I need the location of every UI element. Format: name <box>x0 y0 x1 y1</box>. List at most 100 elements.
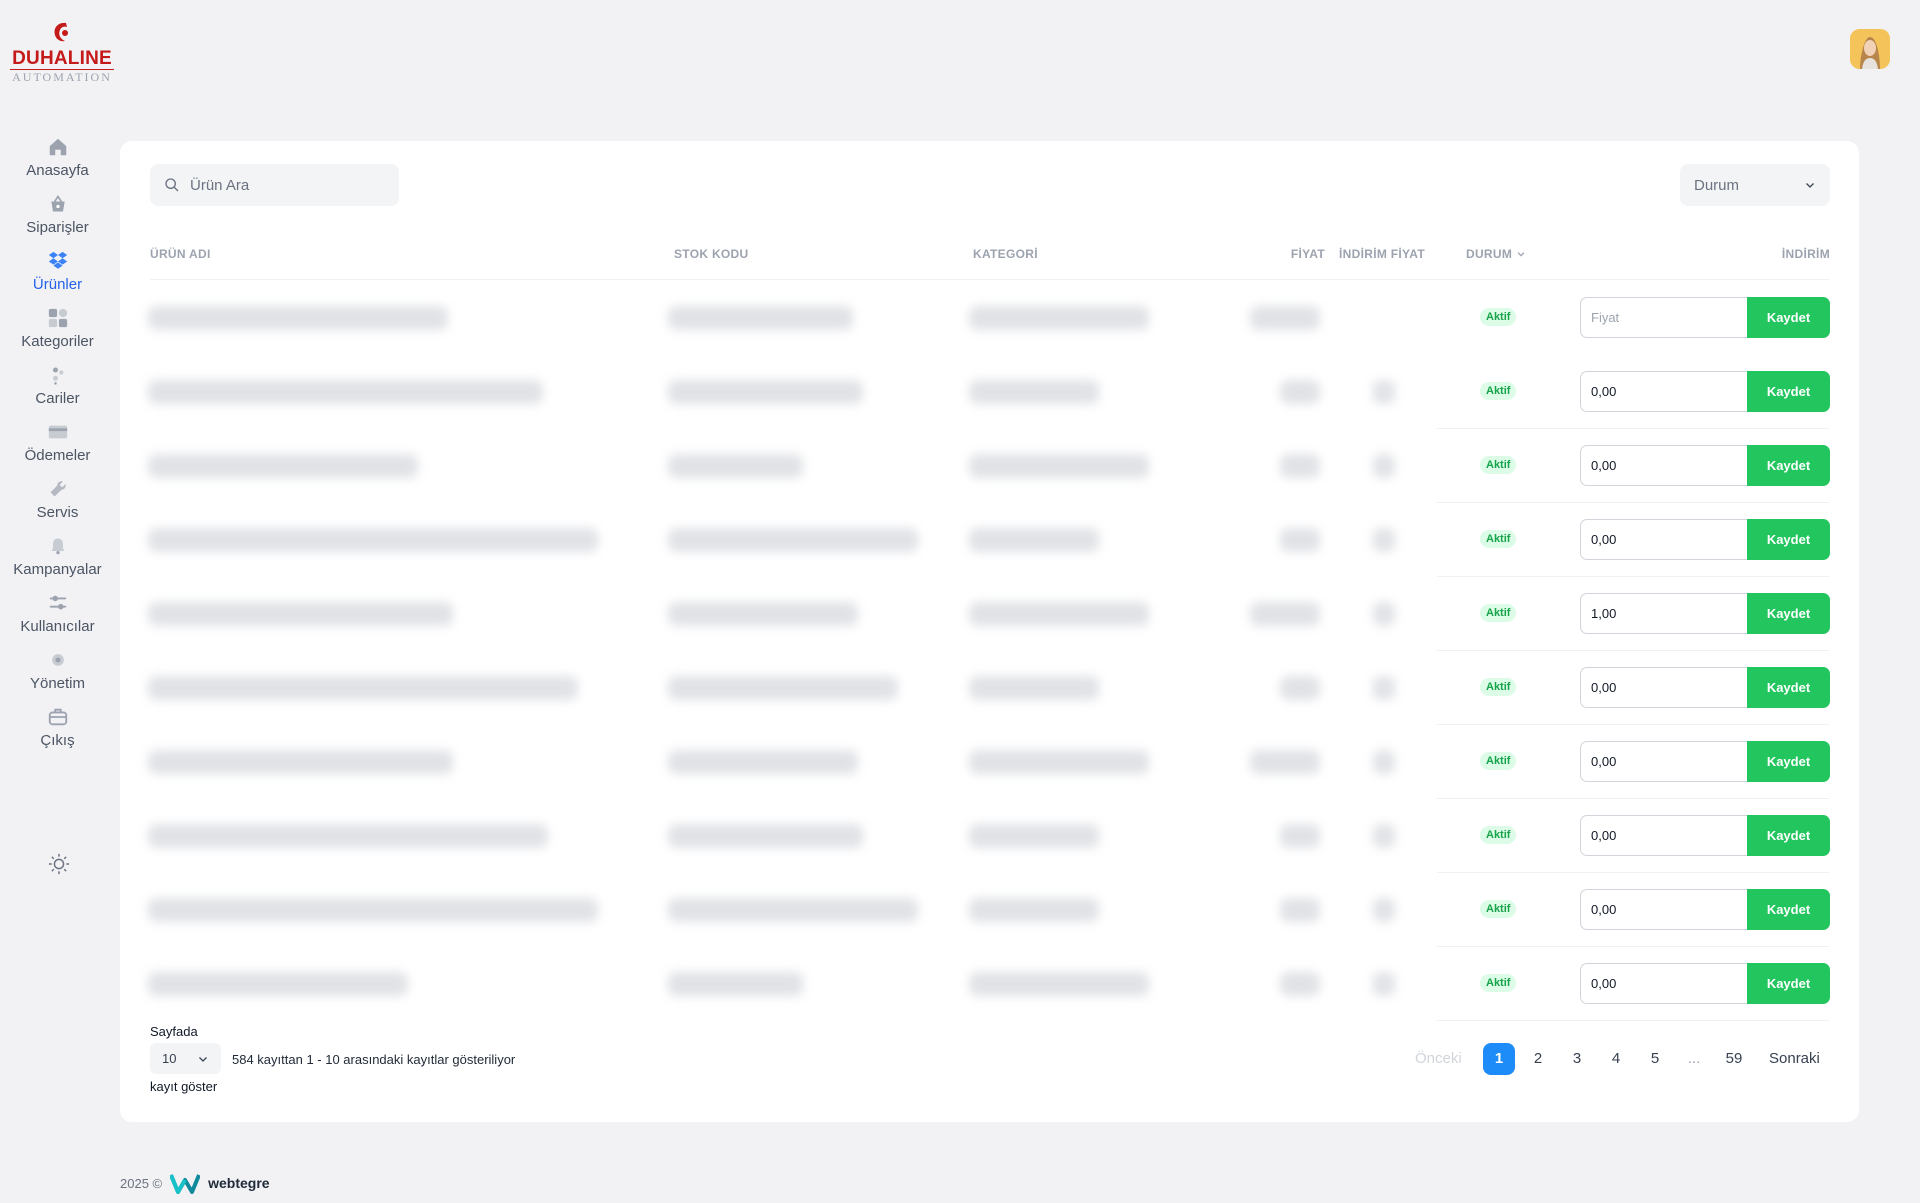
sidebar-item-kullanicilar[interactable]: Kullanıcılar <box>0 590 115 647</box>
copyright-text: 2025 © <box>120 1175 163 1191</box>
discount-price-input[interactable] <box>1580 667 1748 708</box>
search-icon <box>165 178 179 192</box>
users-icon <box>45 362 71 388</box>
save-discount-button[interactable]: Kaydet <box>1747 667 1830 708</box>
save-discount-button[interactable]: Kaydet <box>1747 963 1830 1004</box>
discount-price-input[interactable] <box>1580 741 1748 782</box>
row-divider <box>150 279 1829 280</box>
sidebar-item-anasayfa[interactable]: Anasayfa <box>0 134 115 191</box>
save-discount-button[interactable]: Kaydet <box>1747 593 1830 634</box>
status-badge: Aktif <box>1480 678 1517 696</box>
price-cell <box>1280 528 1320 552</box>
user-avatar[interactable] <box>1850 29 1890 69</box>
status-badge: Aktif <box>1480 530 1517 548</box>
column-header-stock-code[interactable]: STOK KODU <box>674 247 748 261</box>
category-cell <box>969 972 1149 996</box>
category-cell <box>969 824 1099 848</box>
products-card: Durum ÜRÜN ADI STOK KODU KATEGORİ FİYAT … <box>120 141 1859 1122</box>
price-cell <box>1280 676 1320 700</box>
sidebar-item-yonetim[interactable]: Yönetim <box>0 647 115 704</box>
pagination-page[interactable]: 4 <box>1601 1043 1631 1075</box>
theme-toggle-button[interactable] <box>45 850 73 878</box>
status-badge: Aktif <box>1480 974 1517 992</box>
sun-icon <box>48 853 70 875</box>
category-cell <box>969 380 1099 404</box>
status-badge: Aktif <box>1480 382 1517 400</box>
product-name-cell <box>148 306 448 330</box>
logo-mark-icon <box>54 22 68 42</box>
sidebar-item-label: Cariler <box>35 390 80 407</box>
product-name-cell <box>148 750 453 774</box>
save-discount-button[interactable]: Kaydet <box>1747 371 1830 412</box>
column-header-status[interactable]: DURUM <box>1466 247 1526 261</box>
discount-price-cell <box>1373 528 1395 552</box>
price-cell <box>1280 380 1320 404</box>
sidebar-item-servis[interactable]: Servis <box>0 476 115 533</box>
sidebar-item-kategoriler[interactable]: Kategoriler <box>0 305 115 362</box>
pagination: Önceki 1 2 3 4 5 ... 59 Sonraki <box>120 1043 1859 1075</box>
table-row: Aktif Kaydet <box>120 799 1859 873</box>
product-name-cell <box>148 898 598 922</box>
stock-code-cell <box>668 602 858 626</box>
pagination-previous[interactable]: Önceki <box>1415 1043 1462 1075</box>
sidebar-item-odemeler[interactable]: Ödemeler <box>0 419 115 476</box>
discount-price-input[interactable] <box>1580 593 1748 634</box>
table-header: ÜRÜN ADI STOK KODU KATEGORİ FİYAT İNDİRİ… <box>120 239 1859 269</box>
per-page-suffix: kayıt göster <box>150 1079 218 1094</box>
pagination-next[interactable]: Sonraki <box>1769 1043 1820 1075</box>
table-row: Aktif Kaydet <box>120 503 1859 577</box>
status-filter-select[interactable]: Durum <box>1680 164 1830 206</box>
pagination-page[interactable]: 3 <box>1562 1043 1592 1075</box>
discount-price-cell <box>1373 750 1395 774</box>
row-divider <box>1437 1020 1829 1021</box>
pagination-page[interactable]: 59 <box>1719 1043 1749 1075</box>
status-badge: Aktif <box>1480 456 1517 474</box>
discount-price-input[interactable] <box>1580 297 1748 338</box>
copyright-brand[interactable]: webtegre <box>208 1175 269 1191</box>
sidebar-item-siparisler[interactable]: Siparişler <box>0 191 115 248</box>
column-header-category[interactable]: KATEGORİ <box>973 247 1038 261</box>
product-name-cell <box>148 380 543 404</box>
pagination-page[interactable]: 5 <box>1640 1043 1670 1075</box>
category-cell <box>969 676 1099 700</box>
save-discount-button[interactable]: Kaydet <box>1747 297 1830 338</box>
sidebar-item-urunler[interactable]: Ürünler <box>0 248 115 305</box>
sidebar-item-cariler[interactable]: Cariler <box>0 362 115 419</box>
save-discount-button[interactable]: Kaydet <box>1747 815 1830 856</box>
save-discount-button[interactable]: Kaydet <box>1747 519 1830 560</box>
save-discount-button[interactable]: Kaydet <box>1747 445 1830 486</box>
product-name-cell <box>148 676 578 700</box>
discount-price-input[interactable] <box>1580 889 1748 930</box>
discount-price-input[interactable] <box>1580 815 1748 856</box>
bell-icon <box>45 533 71 559</box>
column-header-discount[interactable]: İNDİRİM <box>1720 247 1830 261</box>
column-header-name[interactable]: ÜRÜN ADI <box>150 247 211 261</box>
status-badge: Aktif <box>1480 752 1517 770</box>
discount-price-input[interactable] <box>1580 371 1748 412</box>
price-cell <box>1250 602 1320 626</box>
column-header-price[interactable]: FİYAT <box>1260 247 1325 261</box>
home-icon <box>45 134 71 160</box>
wrench-icon <box>45 476 71 502</box>
status-badge: Aktif <box>1480 900 1517 918</box>
save-discount-button[interactable]: Kaydet <box>1747 889 1830 930</box>
stock-code-cell <box>668 528 918 552</box>
discount-price-input[interactable] <box>1580 519 1748 560</box>
price-cell <box>1280 898 1320 922</box>
discount-price-input[interactable] <box>1580 963 1748 1004</box>
save-discount-button[interactable]: Kaydet <box>1747 741 1830 782</box>
status-badge: Aktif <box>1480 826 1517 844</box>
discount-price-input[interactable] <box>1580 445 1748 486</box>
column-header-discount-price[interactable]: İNDİRİM FİYAT <box>1326 247 1438 261</box>
sidebar-item-kampanyalar[interactable]: Kampanyalar <box>0 533 115 590</box>
pagination-page[interactable]: 2 <box>1523 1043 1553 1075</box>
product-search-input[interactable] <box>190 176 380 194</box>
product-search-box[interactable] <box>150 164 399 206</box>
dropbox-icon <box>45 248 71 274</box>
pagination-page[interactable]: 1 <box>1483 1043 1515 1075</box>
sidebar-item-cikis[interactable]: Çıkış <box>0 704 115 761</box>
gear-icon <box>45 647 71 673</box>
sidebar-item-label: Servis <box>36 504 79 521</box>
table-row: Aktif Kaydet <box>120 577 1859 651</box>
discount-price-cell <box>1373 898 1395 922</box>
